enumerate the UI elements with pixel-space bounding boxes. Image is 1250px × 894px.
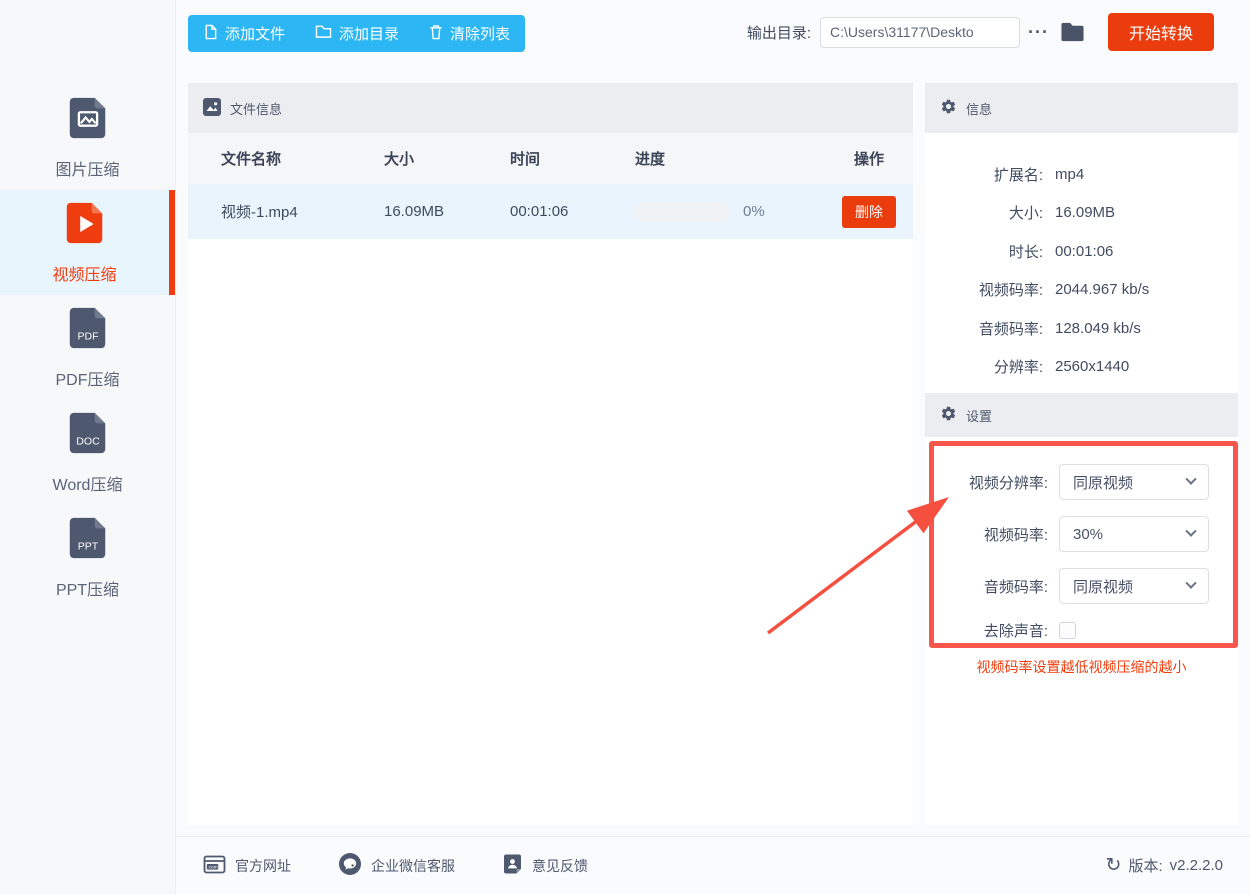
sidebar-item-label: 图片压缩 <box>55 162 120 179</box>
setting-row-remove-audio: 去除声音: <box>933 620 1238 641</box>
col-header-name: 文件名称 <box>221 151 282 168</box>
sidebar-item-video-compress[interactable]: 视频压缩 <box>0 190 175 295</box>
video-resolution-select[interactable]: 同原视频 <box>1059 464 1209 500</box>
info-row-extension: 扩展名: mp4 <box>993 165 1085 184</box>
setting-row-audio-bitrate: 音频码率: 同原视频 <box>933 568 1238 604</box>
progress-percent: 0% <box>743 203 765 220</box>
setting-row-video-bitrate: 视频码率: 30% <box>933 516 1238 552</box>
version-label: 版本: <box>1128 858 1163 875</box>
info-section-header: 信息 <box>925 83 1238 133</box>
feedback-icon <box>502 853 523 878</box>
remove-audio-checkbox[interactable] <box>1059 622 1076 639</box>
delete-button[interactable]: 删除 <box>842 195 896 228</box>
footer-link-label: 官方网址 <box>235 857 291 874</box>
version-area: ↻ 版本: v2.2.2.0 <box>1106 855 1223 876</box>
doc-file-icon: DOC <box>65 410 111 461</box>
col-header-size: 大小 <box>384 151 415 168</box>
clear-list-button[interactable]: 清除列表 <box>414 15 525 52</box>
panel-title: 文件信息 <box>230 101 283 117</box>
file-icon <box>203 24 218 44</box>
info-fields: 扩展名: mp4 大小: 16.09MB 时长: 00:01:06 视频码率: … <box>925 133 1238 393</box>
sidebar: 图片压缩 视频压缩 PDF PDF压缩 DOC Word压缩 PPT PPT压缩 <box>0 0 176 894</box>
output-controls: 输出目录: ··· 开始转换 <box>747 13 1214 51</box>
footer-link-label: 意见反馈 <box>532 857 588 874</box>
info-row-audio-bitrate: 音频码率: 128.049 kb/s <box>978 319 1141 338</box>
trash-icon <box>429 24 443 44</box>
cell-file-time: 00:01:06 <box>510 203 569 220</box>
add-file-button[interactable]: 添加文件 <box>188 15 300 52</box>
version-value: v2.2.2.0 <box>1169 857 1223 874</box>
sidebar-item-word-compress[interactable]: DOC Word压缩 <box>0 400 175 505</box>
setting-row-video-resolution: 视频分辨率: 同原视频 <box>933 464 1238 500</box>
pdf-file-icon: PDF <box>65 305 111 356</box>
gear-icon <box>940 98 957 118</box>
more-options-button[interactable]: ··· <box>1028 22 1049 43</box>
open-folder-icon[interactable] <box>1059 20 1086 44</box>
audio-bitrate-select[interactable]: 同原视频 <box>1059 568 1209 604</box>
video-bitrate-select[interactable]: 30% <box>1059 516 1209 552</box>
info-row-video-bitrate: 视频码率: 2044.967 kb/s <box>978 281 1150 300</box>
info-row-duration: 时长: 00:01:06 <box>1008 242 1114 261</box>
sidebar-item-pdf-compress[interactable]: PDF PDF压缩 <box>0 295 175 400</box>
feedback-link[interactable]: 意见反馈 <box>502 853 588 878</box>
start-convert-button[interactable]: 开始转换 <box>1107 13 1214 51</box>
footer-link-label: 企业微信客服 <box>371 857 455 874</box>
add-directory-label: 添加目录 <box>339 26 400 43</box>
select-value: 同原视频 <box>1073 578 1134 596</box>
official-website-link[interactable]: .com 官方网址 <box>203 854 291 878</box>
add-file-label: 添加文件 <box>225 26 286 43</box>
cell-file-name: 视频-1.mp4 <box>221 204 298 221</box>
file-list-panel: 文件信息 文件名称 大小 时间 进度 操作 视频-1.mp4 16.09MB 0… <box>188 83 913 825</box>
add-directory-button[interactable]: 添加目录 <box>300 15 414 52</box>
info-row-size: 大小: 16.09MB <box>1008 204 1116 223</box>
svg-text:DOC: DOC <box>76 436 100 448</box>
file-info-header: 文件信息 <box>188 83 913 133</box>
chevron-down-icon <box>1185 473 1197 485</box>
detail-panel: 信息 扩展名: mp4 大小: 16.09MB 时长: 00:01:06 视频码… <box>925 83 1238 825</box>
col-header-progress: 进度 <box>635 151 666 168</box>
chevron-down-icon <box>1185 577 1197 589</box>
table-row[interactable]: 视频-1.mp4 16.09MB 00:01:06 0% 删除 <box>188 184 913 239</box>
bitrate-tip-text: 视频码率设置越低视频压缩的越小 <box>976 659 1187 675</box>
select-value: 同原视频 <box>1073 474 1134 492</box>
wechat-service-link[interactable]: 企业微信客服 <box>338 852 455 879</box>
cell-file-size: 16.09MB <box>384 203 445 220</box>
cell-progress: 0% <box>635 201 825 222</box>
sidebar-item-label: 视频压缩 <box>52 267 117 284</box>
output-dir-input[interactable] <box>820 16 1020 48</box>
ppt-file-icon: PPT <box>65 515 111 566</box>
check-update-icon[interactable]: ↻ <box>1106 856 1122 875</box>
sidebar-item-label: Word压缩 <box>52 477 123 494</box>
table-header-row: 文件名称 大小 时间 进度 操作 <box>188 133 913 184</box>
website-icon: .com <box>203 854 226 878</box>
svg-text:PPT: PPT <box>77 541 98 553</box>
sidebar-item-image-compress[interactable]: 图片压缩 <box>0 85 175 190</box>
image-file-icon <box>65 95 111 146</box>
clear-list-label: 清除列表 <box>450 26 511 43</box>
folder-icon <box>315 24 332 43</box>
settings-section-header: 设置 <box>925 393 1238 437</box>
svg-text:PDF: PDF <box>77 331 99 343</box>
footer: .com 官方网址 企业微信客服 意见反馈 ↻ 版本: v2.2.2.0 <box>176 836 1250 894</box>
settings-section-title: 设置 <box>966 408 993 424</box>
col-header-time: 时间 <box>510 151 541 168</box>
chevron-down-icon <box>1185 525 1197 537</box>
select-value: 30% <box>1073 525 1104 543</box>
file-action-group: 添加文件 添加目录 清除列表 <box>188 15 526 52</box>
settings-fields: 视频分辨率: 同原视频 视频码率: 30% 音频码率: 同原视频 去除声音: <box>925 437 1238 641</box>
col-header-action: 操作 <box>853 151 884 168</box>
output-dir-label: 输出目录: <box>746 24 811 42</box>
sidebar-item-label: PPT压缩 <box>55 582 120 599</box>
info-row-resolution: 分辨率: 2560x1440 <box>993 358 1130 377</box>
video-file-icon <box>62 200 108 251</box>
wechat-chat-icon <box>338 852 362 879</box>
gear-icon <box>940 405 957 425</box>
sidebar-item-label: PDF压缩 <box>55 372 120 389</box>
progress-bar <box>635 201 730 222</box>
picture-icon <box>203 97 221 119</box>
toolbar: 添加文件 添加目录 清除列表 输出目录: ··· 开始转换 <box>188 0 1250 80</box>
sidebar-item-ppt-compress[interactable]: PPT PPT压缩 <box>0 505 175 610</box>
info-section-title: 信息 <box>966 101 993 117</box>
svg-text:.com: .com <box>207 865 217 870</box>
